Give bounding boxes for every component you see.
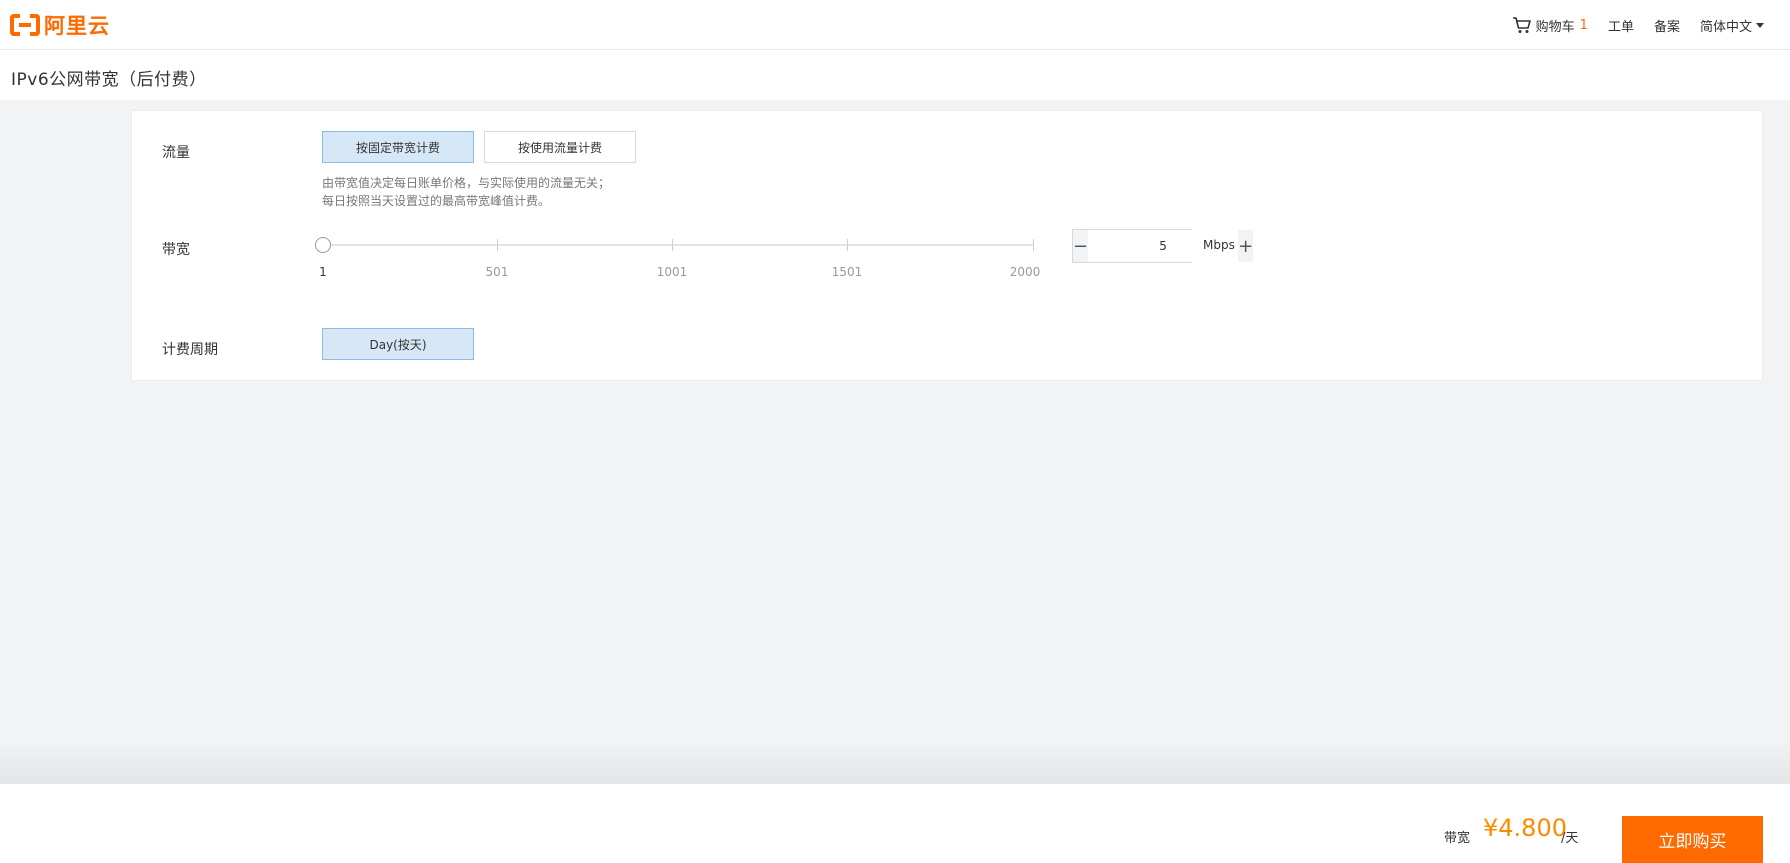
slider-handle[interactable]: [315, 237, 332, 253]
title-bar: IPv6公网带宽（后付费）: [0, 50, 1790, 100]
bandwidth-label: 带宽: [162, 242, 190, 258]
price-unit: /天: [1561, 831, 1579, 846]
buy-now-button[interactable]: 立即购买: [1622, 816, 1763, 863]
page-title: IPv6公网带宽（后付费）: [11, 70, 207, 90]
traffic-hint: 由带宽值决定每日账单价格，与实际使用的流量无关； 每日按照当天设置过的最高带宽峰…: [322, 174, 610, 210]
bandwidth-stepper: − +: [1072, 229, 1254, 263]
footer-shadow: [0, 740, 1790, 784]
option-traffic-usage-button[interactable]: 按使用流量计费: [484, 131, 636, 163]
traffic-hint-line: 由带宽值决定每日账单价格，与实际使用的流量无关；: [322, 176, 611, 190]
slider-tick-label: 1501: [831, 265, 863, 279]
footer-bar: 带宽 ¥4.800 /天 立即购买: [0, 784, 1790, 863]
bandwidth-unit: Mbps: [1203, 238, 1235, 252]
slider-track[interactable]: [322, 244, 1034, 246]
slider-tick: [847, 239, 848, 251]
top-navbar: 阿里云 购物车 1 工单 备案 简体中文: [0, 0, 1790, 50]
logo-text: 阿里云: [44, 14, 110, 38]
slider-tick: [497, 239, 498, 251]
traffic-label: 流量: [162, 145, 190, 161]
slider-tick: [672, 239, 673, 251]
slider-tick: [1033, 239, 1034, 251]
cart-icon: [1512, 17, 1531, 33]
nav-cart[interactable]: 购物车 1: [1512, 16, 1588, 35]
traffic-hint-line: 每日按照当天设置过的最高带宽峰值计费。: [322, 194, 551, 208]
billing-cycle-label: 计费周期: [162, 342, 218, 358]
slider-tick-label: 501: [485, 265, 509, 279]
price-value: ¥4.800: [1483, 814, 1567, 842]
nav-language-select[interactable]: 简体中文: [1700, 16, 1764, 35]
cart-label: 购物车: [1535, 19, 1575, 35]
chevron-down-icon: [1756, 22, 1764, 28]
nav-filing[interactable]: 备案: [1654, 16, 1680, 35]
increment-button[interactable]: +: [1238, 230, 1254, 262]
slider-tick-label: 2000: [1009, 265, 1041, 279]
option-fixed-bandwidth-button[interactable]: 按固定带宽计费: [322, 131, 474, 163]
language-label: 简体中文: [1699, 19, 1752, 35]
aliyun-logo[interactable]: 阿里云: [10, 12, 110, 38]
nav-ticket[interactable]: 工单: [1608, 16, 1634, 35]
decrement-button[interactable]: −: [1073, 230, 1089, 262]
slider-tick-label: 1001: [656, 265, 688, 279]
logo-mark-icon: [10, 14, 40, 36]
bandwidth-slider[interactable]: 1 501 1001 1501 2000: [315, 229, 1040, 279]
config-panel: 流量 按固定带宽计费 按使用流量计费 由带宽值决定每日账单价格，与实际使用的流量…: [131, 110, 1763, 381]
top-nav: 购物车 1 工单 备案 简体中文: [1492, 0, 1790, 50]
cart-count-badge: 1: [1579, 17, 1588, 33]
price-label: 带宽: [1444, 831, 1471, 846]
nav-edge-truncated[interactable]: [1780, 15, 1790, 35]
option-day-billing-button[interactable]: Day(按天): [322, 328, 474, 360]
slider-tick-label: 1: [319, 265, 327, 279]
